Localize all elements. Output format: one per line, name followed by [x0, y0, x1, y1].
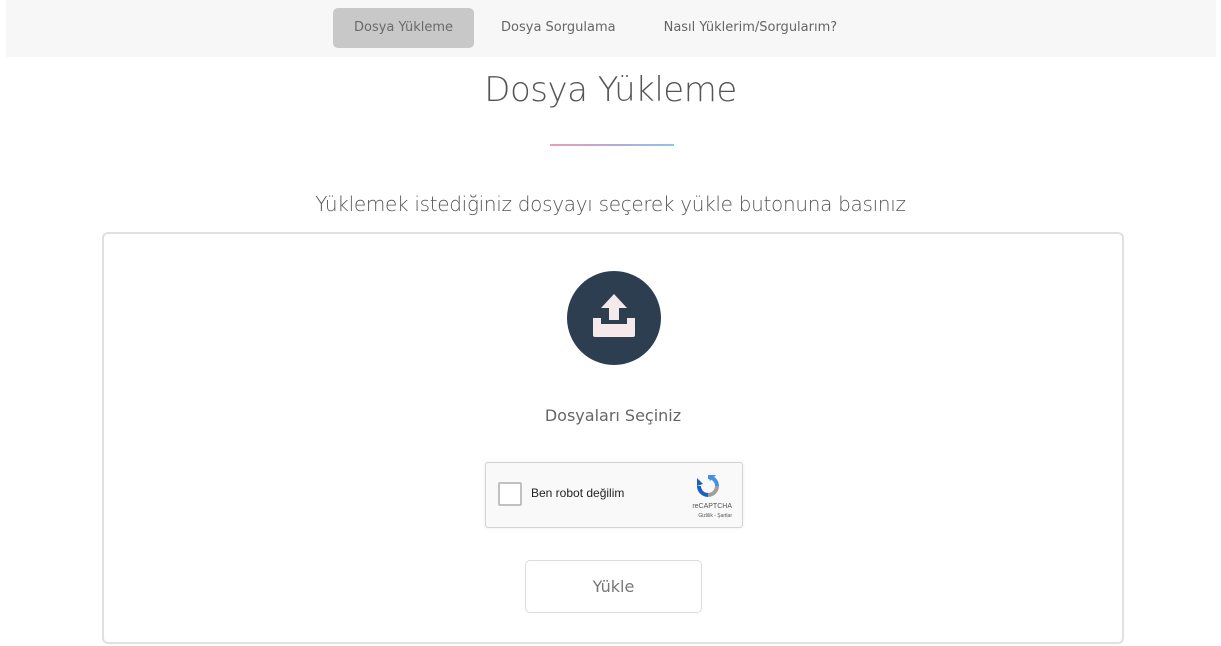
upload-submit-button[interactable]: Yükle [525, 560, 702, 613]
recaptcha-logo-icon [694, 472, 722, 505]
upload-tray-icon[interactable] [567, 271, 661, 365]
page-subtitle: Yüklemek istediğiniz dosyayı seçerek yük… [315, 192, 906, 216]
recaptcha-links[interactable]: Gizlilik - Şartlar [698, 513, 732, 519]
tab-nasil-yuklerim[interactable]: Nasıl Yüklerim/Sorgularım? [643, 8, 859, 48]
top-nav-bar: Dosya Yükleme Dosya Sorgulama Nasıl Yükl… [6, 0, 1216, 57]
nav-tabs: Dosya Yükleme Dosya Sorgulama Nasıl Yükl… [333, 8, 858, 48]
recaptcha-label: Ben robot değilim [531, 486, 625, 500]
recaptcha-checkbox[interactable] [498, 482, 522, 506]
page-title: Dosya Yükleme [484, 70, 737, 110]
title-divider [550, 144, 674, 146]
upload-panel: Dosyaları Seçiniz Ben robot değilim reCA… [102, 232, 1124, 644]
choose-files-link[interactable]: Dosyaları Seçiniz [104, 406, 1122, 425]
tab-dosya-yukleme[interactable]: Dosya Yükleme [333, 8, 475, 48]
recaptcha-widget: Ben robot değilim reCAPTCHA Gizlilik - Ş… [485, 462, 743, 528]
tab-dosya-sorgulama[interactable]: Dosya Sorgulama [480, 8, 637, 48]
recaptcha-brand: reCAPTCHA [692, 503, 732, 510]
